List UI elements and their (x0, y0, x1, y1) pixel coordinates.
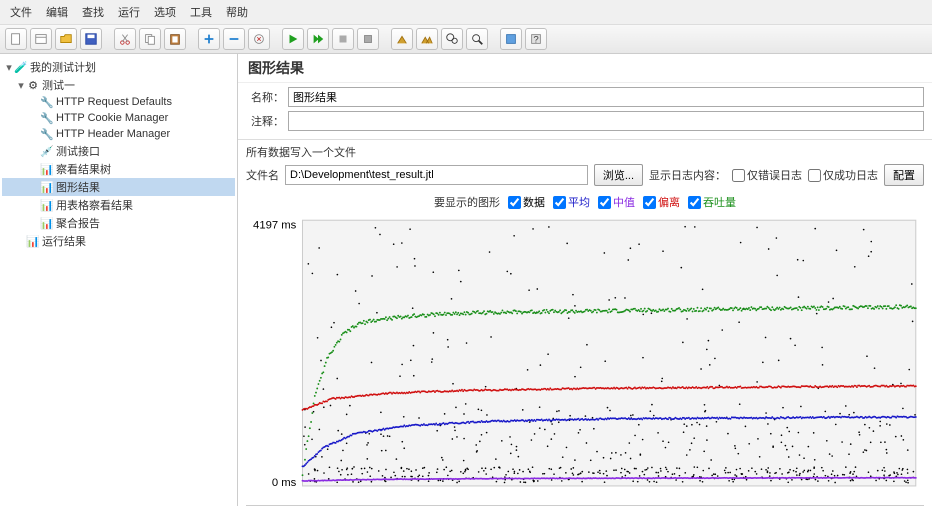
file-label: 文件名 (246, 167, 279, 183)
function-button[interactable] (500, 28, 522, 50)
legend-thru-checkbox[interactable]: 吞吐量 (688, 194, 736, 210)
name-label: 名称： (246, 89, 288, 105)
run-button[interactable] (282, 28, 304, 50)
open-button[interactable] (55, 28, 77, 50)
menu-tools[interactable]: 工具 (184, 2, 218, 22)
panel-title: 图形结果 (238, 54, 932, 83)
legend-dev-checkbox[interactable]: 偏离 (643, 194, 680, 210)
chart-icon: 📊 (40, 162, 54, 176)
chart-area: 4197 ms 0 ms (246, 214, 924, 505)
svg-text:4197 ms: 4197 ms (253, 219, 297, 231)
svg-text:0 ms: 0 ms (272, 477, 297, 489)
browse-button[interactable]: 浏览... (594, 164, 643, 186)
cut-button[interactable] (114, 28, 136, 50)
name-input[interactable] (288, 87, 924, 107)
legend-median-checkbox[interactable]: 中值 (598, 194, 635, 210)
tree-root[interactable]: ▾🧪我的测试计划 (2, 58, 235, 76)
menu-find[interactable]: 查找 (76, 2, 110, 22)
menu-help[interactable]: 帮助 (220, 2, 254, 22)
clear-all-button[interactable] (416, 28, 438, 50)
paste-button[interactable] (164, 28, 186, 50)
test-plan-tree[interactable]: ▾🧪我的测试计划 ▾⚙测试一 🔧HTTP Request Defaults 🔧H… (0, 54, 238, 506)
chart-icon: 📊 (40, 216, 54, 230)
tree-aggregate[interactable]: 📊聚合报告 (2, 214, 235, 232)
legend-data-checkbox[interactable]: 数据 (508, 194, 545, 210)
menu-options[interactable]: 选项 (148, 2, 182, 22)
svg-text:?: ? (533, 35, 538, 46)
templates-button[interactable] (30, 28, 52, 50)
expand-button[interactable] (198, 28, 220, 50)
file-input[interactable] (285, 165, 588, 185)
tree-table-results[interactable]: 📊用表格察看结果 (2, 196, 235, 214)
wrench-icon: 🔧 (40, 127, 54, 141)
config-button[interactable]: 配置 (884, 164, 924, 186)
pipette-icon: 💉 (40, 144, 54, 158)
stop-button[interactable] (332, 28, 354, 50)
tree-cookie-mgr[interactable]: 🔧HTTP Cookie Manager (2, 110, 235, 126)
help-button[interactable]: ? (525, 28, 547, 50)
tree-thread-group[interactable]: ▾⚙测试一 (2, 76, 235, 94)
tree-sampler[interactable]: 💉测试接口 (2, 142, 235, 160)
legend-avg-checkbox[interactable]: 平均 (553, 194, 590, 210)
save-button[interactable] (80, 28, 102, 50)
file-section-title: 所有数据写入一个文件 (246, 144, 924, 160)
success-only-checkbox[interactable]: 仅成功日志 (808, 167, 878, 183)
toggle-button[interactable] (248, 28, 270, 50)
tree-graph-results[interactable]: 📊图形结果 (2, 178, 235, 196)
copy-button[interactable] (139, 28, 161, 50)
menu-bar: 文件 编辑 查找 运行 选项 工具 帮助 (0, 0, 932, 25)
reset-search-button[interactable] (466, 28, 488, 50)
chart-icon: 📊 (40, 198, 54, 212)
chart-legend: 要显示的图形 数据 平均 中值 偏离 吞吐量 (238, 190, 932, 214)
collapse-button[interactable] (223, 28, 245, 50)
comment-label: 注释： (246, 113, 288, 129)
tree-header-mgr[interactable]: 🔧HTTP Header Manager (2, 126, 235, 142)
menu-file[interactable]: 文件 (4, 2, 38, 22)
tree-results-tree[interactable]: 📊察看结果树 (2, 160, 235, 178)
run-nopause-button[interactable] (307, 28, 329, 50)
tree-http-defaults[interactable]: 🔧HTTP Request Defaults (2, 94, 235, 110)
wrench-icon: 🔧 (40, 95, 54, 109)
gear-icon: ⚙ (26, 78, 40, 92)
flask-icon: 🧪 (14, 60, 28, 74)
chart-icon: 📊 (40, 180, 54, 194)
chart-icon: 📊 (26, 234, 40, 248)
menu-edit[interactable]: 编辑 (40, 2, 74, 22)
clear-button[interactable] (391, 28, 413, 50)
content-panel: 图形结果 名称： 注释： 所有数据写入一个文件 文件名 浏览... 显示日志内容… (238, 54, 932, 506)
wrench-icon: 🔧 (40, 111, 54, 125)
comment-input[interactable] (288, 111, 924, 131)
shutdown-button[interactable] (357, 28, 379, 50)
error-only-checkbox[interactable]: 仅错误日志 (732, 167, 802, 183)
tree-run-result[interactable]: 📊运行结果 (2, 232, 235, 250)
new-button[interactable] (5, 28, 27, 50)
legend-label: 要显示的图形 (434, 194, 500, 210)
log-label: 显示日志内容： (649, 167, 726, 183)
toolbar: ? (0, 25, 932, 54)
menu-run[interactable]: 运行 (112, 2, 146, 22)
search-button[interactable] (441, 28, 463, 50)
